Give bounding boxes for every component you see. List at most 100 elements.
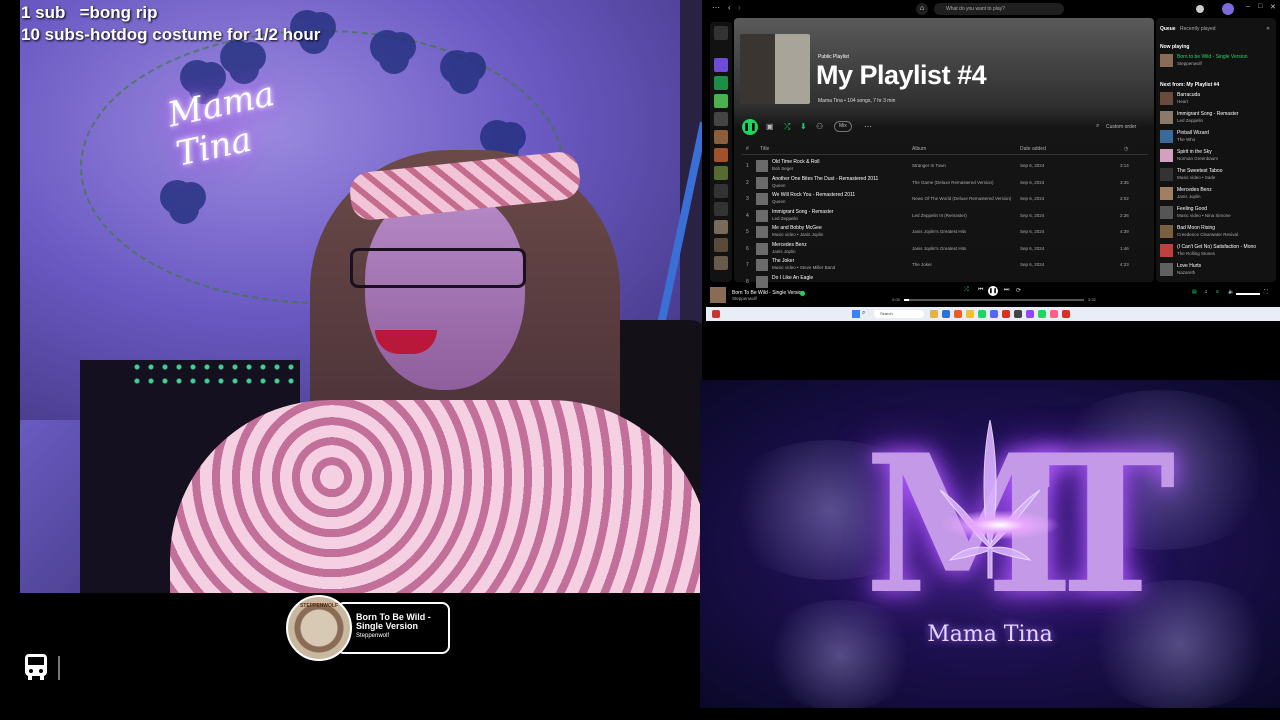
lyrics-icon[interactable]: ♫ (1204, 289, 1208, 295)
taskbar-app-icon[interactable] (1026, 310, 1034, 318)
sidebar-playlist[interactable] (714, 94, 728, 108)
queue-item[interactable]: Barracuda Heart (1160, 90, 1272, 107)
player-artist[interactable]: Steppenwolf (732, 296, 757, 301)
column-header-album[interactable]: Album (912, 146, 926, 152)
more-options-icon[interactable]: ⋯ (864, 122, 872, 131)
tab-queue[interactable]: Queue (1160, 26, 1176, 32)
track-row[interactable]: 6 Mercedes Benz Janis Joplin Janis Joplin's… (742, 241, 1148, 258)
volume-slider[interactable] (1236, 293, 1260, 295)
repeat-icon[interactable]: ⟳ (1016, 287, 1021, 294)
queue-artist: Music video • Sade (1177, 175, 1216, 180)
queue-item[interactable]: Pinball Wizard The Who (1160, 128, 1272, 145)
forward-icon[interactable]: › (738, 3, 741, 12)
taskbar-app-icon[interactable] (942, 310, 950, 318)
window-close-icon[interactable]: ✕ (1270, 3, 1276, 11)
queue-item[interactable]: The Sweetest Taboo Music video • Sade (1160, 166, 1272, 183)
download-icon[interactable]: ⬇ (800, 122, 807, 131)
total-time: 3:32 (1088, 297, 1096, 302)
menu-icon[interactable]: ⋯ (712, 3, 720, 12)
home-icon[interactable]: ⌂ (916, 3, 928, 15)
search-icon[interactable]: ⌕ (1096, 123, 1099, 130)
track-row[interactable]: 5 Me and Bobby McGee Music video • Janis J… (742, 224, 1148, 241)
taskbar-app-icon[interactable] (966, 310, 974, 318)
sidebar-playlist[interactable] (714, 130, 728, 144)
taskbar-app-icon[interactable] (1050, 310, 1058, 318)
queue-item[interactable]: Mercedes Benz Janis Joplin (1160, 185, 1272, 202)
volume-icon[interactable]: 🔈 (1228, 289, 1234, 295)
queue-artist: Music video • Nina Simone (1177, 213, 1231, 218)
taskbar-app-icon[interactable] (954, 310, 962, 318)
taskbar-app-icon[interactable] (1002, 310, 1010, 318)
track-row[interactable]: 1 Old Time Rock & Roll Bob Seger Stranger I… (742, 158, 1148, 175)
taskbar-search-icon[interactable]: ⌕ (862, 310, 865, 317)
start-icon[interactable] (852, 310, 860, 318)
sidebar-playlist[interactable] (714, 166, 728, 180)
window-minimize-icon[interactable]: – (1246, 3, 1250, 10)
saved-check-icon[interactable] (800, 291, 805, 296)
header-divider (742, 154, 1148, 155)
queue-item[interactable]: (I Can't Get No) Satisfaction - Mono The … (1160, 242, 1272, 259)
track-album: Stranger In Town (912, 163, 946, 168)
track-artist: Music video • Steve Miller Band (772, 265, 836, 270)
queue-item[interactable]: Bad Moon Rising Creedence Clearwater Revi… (1160, 223, 1272, 240)
sidebar-playlist[interactable] (714, 256, 728, 270)
column-header-date[interactable]: Date added (1020, 146, 1046, 152)
avatar[interactable] (1222, 3, 1234, 15)
taskbar-spotify-icon[interactable] (978, 310, 986, 318)
playlist-title: My Playlist #4 (816, 60, 987, 90)
sidebar-playlist[interactable] (714, 202, 728, 216)
mix-button[interactable]: Mix (834, 121, 852, 132)
queue-thumb (1160, 130, 1173, 143)
previous-icon[interactable]: ⏮ (978, 287, 983, 294)
track-row[interactable]: 3 We Will Rock You - Remastered 2011 Queen… (742, 191, 1148, 208)
shuffle-icon[interactable]: ⤮ (784, 122, 790, 132)
album-art-text: STEPPENWOLF (299, 603, 339, 609)
taskbar-search[interactable]: Search (874, 310, 924, 318)
search-input[interactable]: What do you want to play? (934, 3, 1064, 15)
track-artist: Janis Joplin (772, 248, 796, 254)
sidebar-playlist[interactable] (714, 112, 728, 126)
library-icon[interactable] (714, 26, 728, 40)
shuffle-icon[interactable]: ⤮ (964, 287, 969, 294)
queue-item[interactable]: Love Hurts Nazareth (1160, 261, 1272, 278)
taskbar-app-icon[interactable] (990, 310, 998, 318)
track-row[interactable]: 7 The Joker Music video • Steve Miller Ban… (742, 257, 1148, 274)
queue-item[interactable]: Feeling Good Music video • Nina Simone (1160, 204, 1272, 221)
liked-songs-item[interactable] (714, 58, 728, 72)
sort-order[interactable]: Custom order (1106, 124, 1136, 130)
text-cursor (58, 656, 60, 680)
player-album-art[interactable] (710, 287, 726, 303)
sidebar-playlist[interactable] (714, 148, 728, 162)
system-tray[interactable] (1226, 309, 1276, 319)
playlist-cover-mini-icon[interactable]: ▣ (766, 122, 774, 131)
taskbar-app-icon[interactable] (930, 310, 938, 318)
progress-track[interactable] (904, 299, 1084, 301)
add-user-icon[interactable]: ⚇ (816, 122, 823, 131)
track-title: Mercedes Benz (772, 241, 807, 248)
sidebar-playlist[interactable] (714, 220, 728, 234)
close-icon[interactable]: ✕ (1266, 26, 1270, 32)
notification-icon[interactable] (1196, 5, 1204, 13)
queue-item[interactable]: Immigrant Song - Remaster Led Zeppelin (1160, 109, 1272, 126)
pause-button[interactable]: ❚❚ (742, 119, 758, 135)
sidebar-playlist[interactable] (714, 238, 728, 252)
pause-button[interactable]: ❚❚ (988, 286, 998, 296)
taskbar-app-icon[interactable] (1062, 310, 1070, 318)
sidebar-playlist[interactable] (714, 76, 728, 90)
queue-item[interactable]: Spirit in the Sky Norman Greenbaum (1160, 147, 1272, 164)
column-header-title[interactable]: Title (760, 146, 769, 152)
taskbar-app-icon[interactable] (1038, 310, 1046, 318)
tab-recently-played[interactable]: Recently played (1180, 26, 1216, 32)
track-row[interactable]: 2 Another One Bites The Dust - Remastered… (742, 175, 1148, 192)
now-playing-view-icon[interactable]: ▤ (1192, 289, 1197, 295)
window-maximize-icon[interactable]: □ (1258, 3, 1262, 10)
next-icon[interactable]: ⏭ (1004, 287, 1009, 294)
queue-current-item[interactable]: Born to be Wild - Single Version Steppen… (1160, 52, 1272, 69)
taskbar-app-icon[interactable] (1014, 310, 1022, 318)
weather-widget-icon[interactable] (712, 310, 720, 318)
fullscreen-icon[interactable]: ⛶ (1264, 289, 1268, 295)
track-row[interactable]: 4 Immigrant Song - Remaster Led Zeppelin Le… (742, 208, 1148, 225)
sidebar-playlist[interactable] (714, 184, 728, 198)
queue-icon[interactable]: ≡ (1216, 289, 1219, 295)
back-icon[interactable]: ‹ (728, 3, 731, 12)
